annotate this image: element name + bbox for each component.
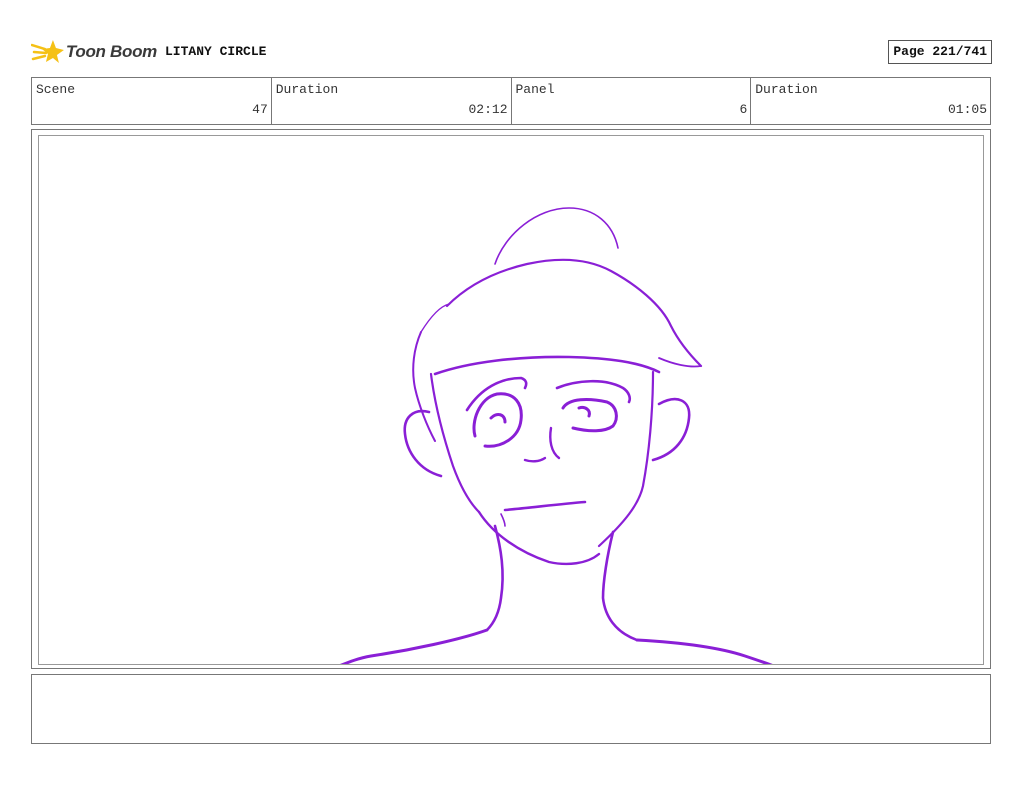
character-face-sketch xyxy=(339,207,773,664)
panel-duration-value: 01:05 xyxy=(947,102,987,117)
panel-duration-cell: Duration 01:05 xyxy=(751,78,990,124)
panel-cell: Panel 6 xyxy=(512,78,752,124)
storyboard-panel-frame xyxy=(31,129,991,669)
scene-cell: Scene 47 xyxy=(32,78,272,124)
scene-duration-label: Duration xyxy=(275,82,339,97)
project-title: LITANY CIRCLE xyxy=(165,44,267,59)
panel-label: Panel xyxy=(515,82,555,97)
page-number-badge: Page 221/741 xyxy=(888,40,992,64)
panel-number: 6 xyxy=(739,102,748,117)
storyboard-panel-image xyxy=(38,135,984,665)
toon-boom-logo: Toon Boom xyxy=(31,36,157,68)
panel-notes-box xyxy=(31,674,991,744)
scene-number: 47 xyxy=(252,102,268,117)
logo-text: Toon Boom xyxy=(65,42,157,61)
page-header: Toon Boom LITANY CIRCLE Page 221/741 xyxy=(31,36,992,68)
scene-info-row: Scene 47 Duration 02:12 Panel 6 Duration… xyxy=(31,77,991,125)
toon-boom-star-icon xyxy=(31,40,64,63)
panel-duration-label: Duration xyxy=(755,82,818,97)
scene-duration-cell: Duration 02:12 xyxy=(272,78,512,124)
scene-label: Scene xyxy=(36,82,76,97)
scene-duration-value: 02:12 xyxy=(468,102,508,117)
